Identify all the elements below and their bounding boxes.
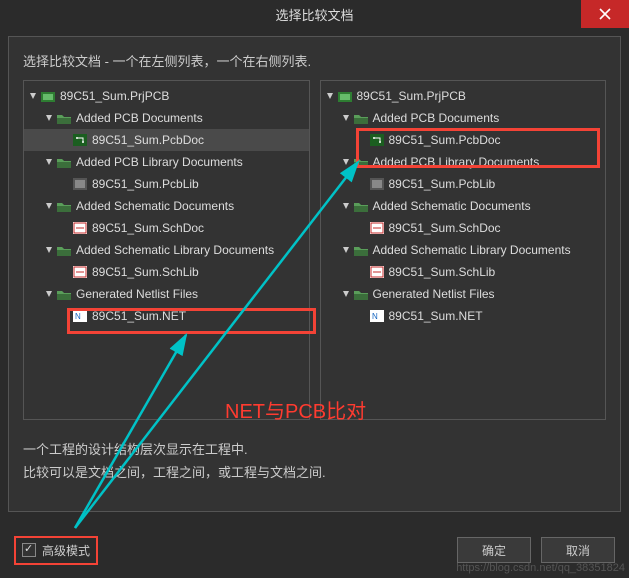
left-tree-row[interactable]: Added PCB Library Documents <box>24 151 309 173</box>
prj-icon <box>337 89 353 103</box>
left-tree-row[interactable]: Generated Netlist Files <box>24 283 309 305</box>
tree-item-label: Generated Netlist Files <box>373 287 495 301</box>
tree-toggle-icon[interactable] <box>44 202 54 210</box>
instruction-text: 选择比较文档 - 一个在左侧列表，一个在右侧列表. <box>23 51 606 70</box>
tree-item-label: 89C51_Sum.SchDoc <box>92 221 204 235</box>
tree-item-label: 89C51_Sum.SchLib <box>92 265 199 279</box>
tree-toggle-icon[interactable] <box>44 290 54 298</box>
tree-item-label: Added Schematic Library Documents <box>76 243 274 257</box>
sch-icon <box>369 265 385 279</box>
tree-item-label: 89C51_Sum.PrjPCB <box>357 89 466 103</box>
tree-item-label: Generated Netlist Files <box>76 287 198 301</box>
tree-item-label: 89C51_Sum.NET <box>389 309 483 323</box>
right-tree-panel: 89C51_Sum.PrjPCB Added PCB Documents 89C51… <box>320 80 607 420</box>
ok-button[interactable]: 确定 <box>457 537 531 563</box>
sch-icon <box>369 221 385 235</box>
folder-icon <box>353 155 369 169</box>
tree-item-label: Added Schematic Library Documents <box>373 243 571 257</box>
folder-icon <box>353 243 369 257</box>
right-tree-row[interactable]: Added PCB Library Documents <box>321 151 606 173</box>
tree-toggle-icon[interactable] <box>44 114 54 122</box>
footer-text: 一个工程的设计结构层次显示在工程中. 比较可以是文档之间，工程之间，或工程与文档… <box>23 438 606 485</box>
sch-icon <box>72 265 88 279</box>
close-icon <box>599 8 611 20</box>
tree-item-label: Added PCB Documents <box>76 111 203 125</box>
tree-toggle-icon[interactable] <box>28 92 38 100</box>
svg-text:N: N <box>372 312 378 321</box>
tree-toggle-icon[interactable] <box>341 202 351 210</box>
lib-icon <box>72 177 88 191</box>
folder-icon <box>56 243 72 257</box>
right-tree-row[interactable]: Added Schematic Library Documents <box>321 239 606 261</box>
tree-item-label: 89C51_Sum.SchLib <box>389 265 496 279</box>
folder-icon <box>353 199 369 213</box>
tree-toggle-icon[interactable] <box>44 246 54 254</box>
tree-item-label: 89C51_Sum.PcbDoc <box>389 133 501 147</box>
left-tree-row[interactable]: Added Schematic Documents <box>24 195 309 217</box>
tree-toggle-icon[interactable] <box>44 158 54 166</box>
folder-icon <box>353 111 369 125</box>
left-tree-row[interactable]: 89C51_Sum.PrjPCB <box>24 85 309 107</box>
advanced-mode-checkbox[interactable] <box>22 543 36 557</box>
left-tree-row[interactable]: 89C51_Sum.SchDoc <box>24 217 309 239</box>
folder-icon <box>56 199 72 213</box>
folder-icon <box>56 111 72 125</box>
tree-item-label: 89C51_Sum.NET <box>92 309 186 323</box>
right-tree-row[interactable]: 89C51_Sum.SchDoc <box>321 217 606 239</box>
footer-line-2: 比较可以是文档之间，工程之间，或工程与文档之间. <box>23 461 606 484</box>
pcb-icon <box>72 133 88 147</box>
tree-item-label: 89C51_Sum.PcbDoc <box>92 133 204 147</box>
right-tree-row[interactable]: N 89C51_Sum.NET <box>321 305 606 327</box>
tree-item-label: 89C51_Sum.PcbLib <box>389 177 496 191</box>
right-tree-row[interactable]: 89C51_Sum.PcbLib <box>321 173 606 195</box>
folder-icon <box>353 287 369 301</box>
dialog-title: 选择比较文档 <box>275 5 353 24</box>
button-group: 确定 取消 <box>457 537 615 563</box>
titlebar: 选择比较文档 <box>0 0 629 28</box>
left-tree-row[interactable]: Added Schematic Library Documents <box>24 239 309 261</box>
net-icon: N <box>369 309 385 323</box>
tree-item-label: Added Schematic Documents <box>373 199 531 213</box>
sch-icon <box>72 221 88 235</box>
dialog-content: 选择比较文档 - 一个在左侧列表，一个在右侧列表. 89C51_Sum.PrjP… <box>8 36 621 512</box>
right-tree-row[interactable]: Added Schematic Documents <box>321 195 606 217</box>
tree-item-label: Added PCB Library Documents <box>76 155 243 169</box>
left-tree-row[interactable]: 89C51_Sum.SchLib <box>24 261 309 283</box>
folder-icon <box>56 155 72 169</box>
right-tree-row[interactable]: Added PCB Documents <box>321 107 606 129</box>
tree-item-label: Added PCB Documents <box>373 111 500 125</box>
tree-item-label: 89C51_Sum.PrjPCB <box>60 89 169 103</box>
right-tree-row[interactable]: 89C51_Sum.PcbDoc <box>321 129 606 151</box>
tree-toggle-icon[interactable] <box>325 92 335 100</box>
folder-icon <box>56 287 72 301</box>
right-tree-row[interactable]: 89C51_Sum.SchLib <box>321 261 606 283</box>
footer-line-1: 一个工程的设计结构层次显示在工程中. <box>23 438 606 461</box>
pcb-icon <box>369 133 385 147</box>
net-icon: N <box>72 309 88 323</box>
left-tree-row[interactable]: 89C51_Sum.PcbLib <box>24 173 309 195</box>
close-button[interactable] <box>581 0 629 28</box>
right-tree-row[interactable]: 89C51_Sum.PrjPCB <box>321 85 606 107</box>
left-tree-row[interactable]: Added PCB Documents <box>24 107 309 129</box>
right-tree-row[interactable]: Generated Netlist Files <box>321 283 606 305</box>
tree-item-label: 89C51_Sum.SchDoc <box>389 221 501 235</box>
panels: 89C51_Sum.PrjPCB Added PCB Documents 89C51… <box>23 80 606 420</box>
left-tree-row[interactable]: 89C51_Sum.PcbDoc <box>24 129 309 151</box>
tree-toggle-icon[interactable] <box>341 158 351 166</box>
tree-toggle-icon[interactable] <box>341 114 351 122</box>
tree-item-label: Added Schematic Documents <box>76 199 234 213</box>
tree-toggle-icon[interactable] <box>341 246 351 254</box>
tree-item-label: Added PCB Library Documents <box>373 155 540 169</box>
cancel-button[interactable]: 取消 <box>541 537 615 563</box>
tree-toggle-icon[interactable] <box>341 290 351 298</box>
lib-icon <box>369 177 385 191</box>
advanced-mode-label: 高级模式 <box>42 542 90 559</box>
tree-item-label: 89C51_Sum.PcbLib <box>92 177 199 191</box>
svg-text:N: N <box>75 312 81 321</box>
advanced-mode-wrap: 高级模式 <box>14 536 98 565</box>
bottom-bar: 高级模式 确定 取消 <box>8 530 621 570</box>
left-tree-panel: 89C51_Sum.PrjPCB Added PCB Documents 89C51… <box>23 80 310 420</box>
left-tree-row[interactable]: N 89C51_Sum.NET <box>24 305 309 327</box>
prj-icon <box>40 89 56 103</box>
